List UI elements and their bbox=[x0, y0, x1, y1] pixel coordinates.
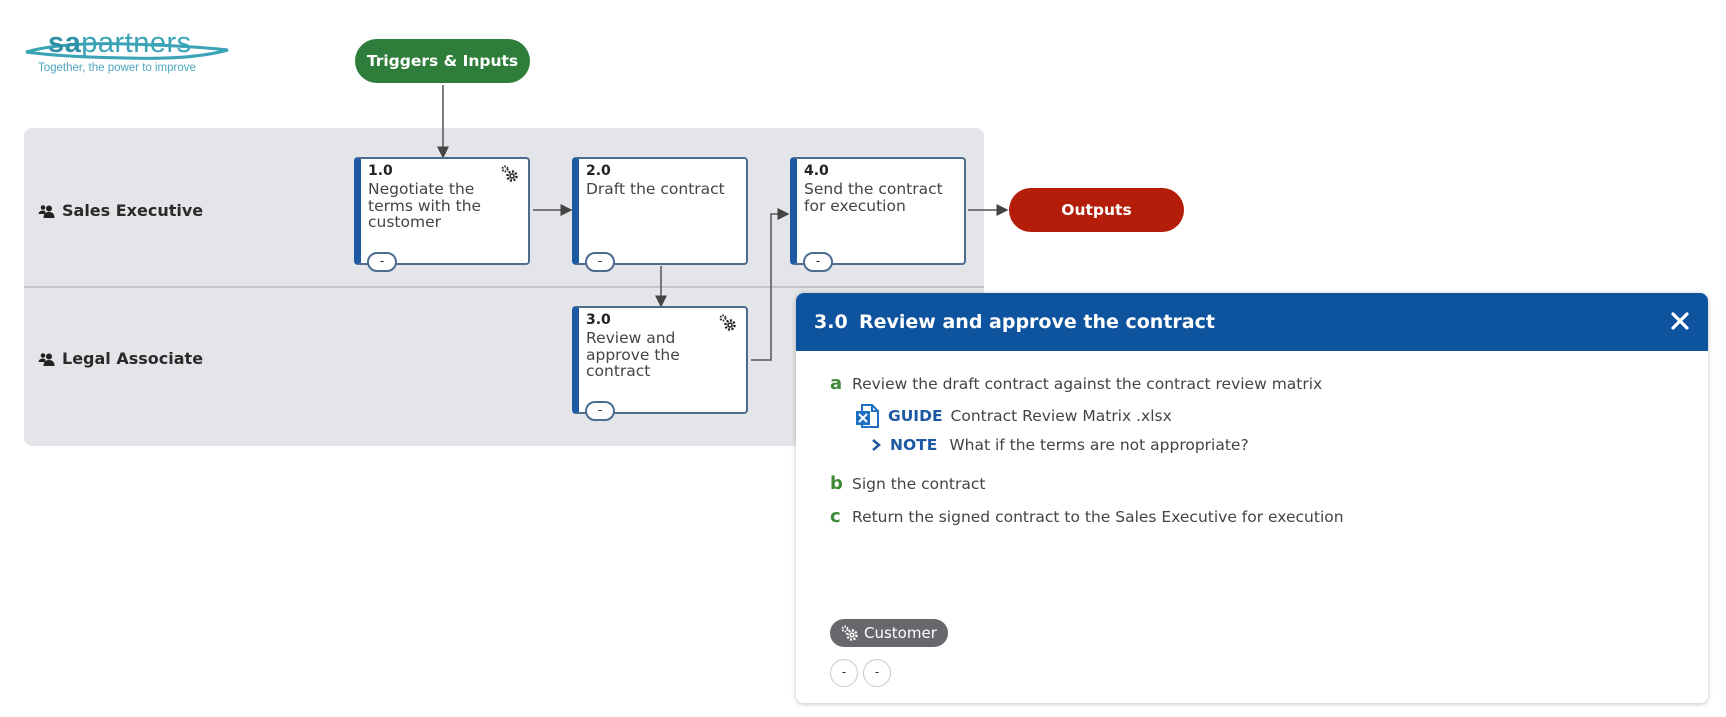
step-3-box[interactable]: 3.0 Review and approve the contract - bbox=[572, 306, 748, 421]
system-tag-customer[interactable]: Customer bbox=[830, 619, 948, 647]
company-logo: sapartners Together, the power to improv… bbox=[22, 28, 232, 78]
lane-divider bbox=[24, 286, 984, 288]
activity-item-b: b Sign the contract bbox=[830, 473, 985, 494]
step-title: Draft the contract bbox=[586, 180, 725, 198]
step-1-box[interactable]: 1.0 Negotiate the terms with the custome… bbox=[354, 157, 530, 272]
step-title: Send the contract for execution bbox=[804, 180, 943, 215]
step-number: 4.0 bbox=[804, 163, 829, 179]
item-text: Sign the contract bbox=[852, 475, 986, 493]
item-letter: a bbox=[830, 373, 843, 394]
step-detail-panel: 3.0 Review and approve the contract a Re… bbox=[796, 293, 1708, 703]
step-title: Negotiate the terms with the customer bbox=[368, 180, 482, 231]
chevron-right-icon bbox=[872, 439, 881, 451]
guide-attachment[interactable]: GUIDE Contract Review Matrix .xlsx bbox=[854, 403, 1172, 429]
gears-icon bbox=[841, 625, 858, 641]
system-tag-label: Customer bbox=[864, 624, 937, 642]
item-letter: b bbox=[830, 473, 843, 494]
triggers-inputs-button[interactable]: Triggers & Inputs bbox=[355, 39, 530, 83]
panel-toggle-2[interactable]: - bbox=[863, 659, 891, 687]
users-icon bbox=[38, 352, 55, 366]
panel-title: Review and approve the contract bbox=[859, 311, 1215, 333]
step-number: 3.0 bbox=[586, 312, 611, 328]
item-text: Review the draft contract against the co… bbox=[852, 375, 1323, 393]
guide-file-link[interactable]: Contract Review Matrix .xlsx bbox=[951, 407, 1172, 425]
excel-file-icon bbox=[856, 404, 879, 428]
guide-label: GUIDE bbox=[888, 407, 943, 425]
step-2-box[interactable]: 2.0 Draft the contract - bbox=[572, 157, 748, 272]
note-label: NOTE bbox=[890, 436, 938, 454]
item-letter: c bbox=[830, 506, 841, 527]
activity-item-c: c Return the signed contract to the Sale… bbox=[830, 506, 1344, 527]
note-text: What if the terms are not appropriate? bbox=[949, 436, 1249, 454]
step-expand-toggle[interactable]: - bbox=[585, 252, 615, 272]
logo-wordmark: sapartners bbox=[48, 27, 192, 59]
panel-header: 3.0 Review and approve the contract bbox=[796, 293, 1708, 351]
step-expand-toggle[interactable]: - bbox=[803, 252, 833, 272]
users-icon bbox=[38, 204, 55, 218]
step-number: 2.0 bbox=[586, 163, 611, 179]
logo-tagline: Together, the power to improve bbox=[38, 62, 196, 74]
step-expand-toggle[interactable]: - bbox=[585, 401, 615, 421]
step-expand-toggle[interactable]: - bbox=[367, 252, 397, 272]
lane-label-legal-associate: Legal Associate bbox=[38, 349, 203, 368]
item-text: Return the signed contract to the Sales … bbox=[852, 508, 1344, 526]
step-number: 1.0 bbox=[368, 163, 393, 179]
close-icon[interactable] bbox=[1668, 309, 1692, 333]
note-item[interactable]: NOTE What if the terms are not appropria… bbox=[870, 436, 1249, 454]
outputs-button[interactable]: Outputs bbox=[1009, 188, 1184, 232]
panel-step-number: 3.0 bbox=[814, 311, 848, 333]
lane-label-sales-executive: Sales Executive bbox=[38, 201, 203, 220]
step-title: Review and approve the contract bbox=[586, 329, 680, 380]
panel-toggle-1[interactable]: - bbox=[830, 659, 858, 687]
activity-item-a: a Review the draft contract against the … bbox=[830, 373, 1322, 394]
step-4-box[interactable]: 4.0 Send the contract for execution - bbox=[790, 157, 966, 272]
